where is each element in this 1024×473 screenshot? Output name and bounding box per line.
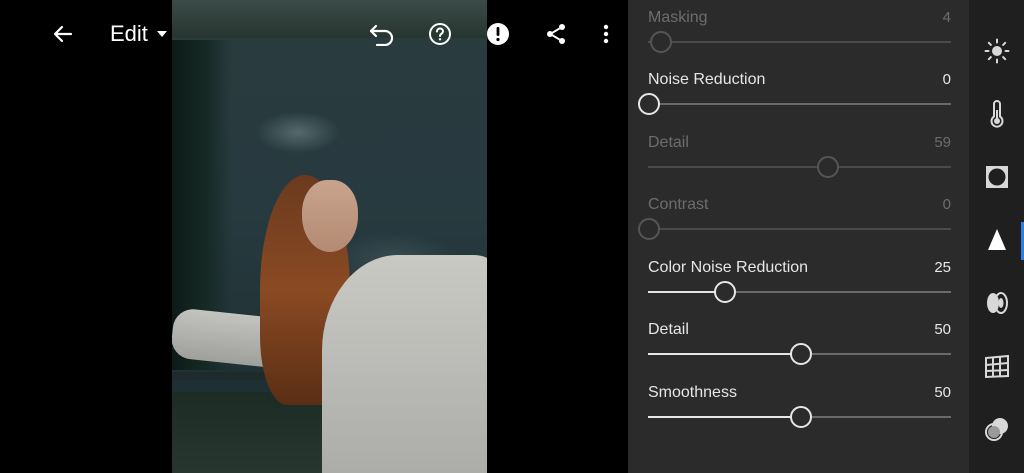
effects-vignette-icon (986, 166, 1008, 188)
slider-value: 50 (934, 384, 951, 401)
slider-noise-reduction[interactable]: Noise Reduction 0 (638, 63, 951, 125)
presets-tool-button[interactable] (981, 413, 1013, 445)
detail-adjustment-panel: Masking 4 Noise Reduction 0 Detail 59 Co… (628, 0, 969, 473)
slider-track[interactable] (648, 281, 951, 303)
more-options-button[interactable] (587, 15, 625, 53)
slider-fill (648, 416, 800, 418)
photo-face (302, 180, 358, 252)
photo-sweater (322, 255, 487, 473)
share-button[interactable] (537, 15, 575, 53)
slider-label: Noise Reduction (648, 71, 766, 88)
slider-thumb[interactable] (789, 343, 812, 365)
slider-track (638, 218, 951, 240)
slider-label: Contrast (648, 196, 709, 213)
slider-label: Masking (648, 9, 708, 26)
slider-value: 4 (942, 9, 951, 26)
slider-track[interactable] (648, 343, 951, 365)
slider-thumb (650, 31, 673, 53)
slider-track[interactable] (648, 406, 951, 428)
slider-value: 0 (942, 71, 951, 88)
presets-circles-icon (985, 418, 1008, 441)
light-tool-button[interactable] (981, 35, 1013, 67)
undo-icon (369, 24, 394, 46)
slider-label: Color Noise Reduction (648, 259, 809, 276)
slider-value: 59 (934, 134, 951, 151)
alert-button[interactable] (479, 15, 517, 53)
slider-thumb[interactable] (789, 406, 812, 428)
detail-tool-button[interactable] (981, 224, 1013, 256)
slider-value: 50 (934, 321, 951, 338)
arrow-left-icon (53, 25, 73, 43)
geometry-tool-button[interactable] (981, 350, 1013, 382)
slider-value: 25 (934, 259, 951, 276)
slider-thumb[interactable] (638, 93, 660, 115)
edit-mode-label: Edit (110, 21, 148, 46)
slider-label: Detail (648, 321, 689, 338)
slider-contrast: Contrast 0 (638, 188, 951, 250)
slider-fill (648, 291, 724, 293)
optics-tool-button[interactable] (981, 287, 1013, 319)
effects-tool-button[interactable] (981, 161, 1013, 193)
optics-lens-icon (987, 292, 1008, 314)
detail-triangle-icon (988, 229, 1006, 250)
edit-mode-dropdown[interactable]: Edit (110, 15, 180, 53)
slider-thumb[interactable] (713, 281, 736, 303)
help-button[interactable] (421, 15, 459, 53)
slider-color-noise-reduction[interactable]: Color Noise Reduction 25 (648, 251, 951, 313)
color-tool-button[interactable] (981, 98, 1013, 130)
slider-detail-disabled: Detail 59 (648, 126, 951, 188)
color-thermometer-icon (990, 100, 1004, 128)
back-button[interactable] (44, 15, 82, 53)
edit-tools-rail (969, 0, 1024, 473)
undo-button[interactable] (363, 15, 401, 53)
slider-track[interactable] (638, 93, 951, 115)
slider-fill (648, 353, 800, 355)
alert-circle-icon (487, 23, 509, 45)
slider-label: Detail (648, 134, 689, 151)
light-sun-icon (984, 38, 1010, 64)
geometry-grid-icon (985, 354, 1009, 379)
slider-track (648, 31, 951, 53)
photo-canvas[interactable] (172, 0, 487, 473)
slider-color-detail[interactable]: Detail 50 (648, 313, 951, 375)
share-icon (547, 24, 565, 44)
slider-thumb (816, 156, 839, 178)
slider-value: 0 (942, 196, 951, 213)
slider-track (648, 156, 951, 178)
caret-down-icon (156, 31, 167, 37)
more-vertical-icon (603, 24, 609, 44)
slider-fill (648, 166, 827, 168)
slider-masking: Masking 4 (648, 1, 951, 63)
slider-thumb (638, 218, 660, 240)
slider-label: Smoothness (648, 384, 737, 401)
help-circle-icon (429, 23, 451, 45)
slider-smoothness[interactable]: Smoothness 50 (648, 376, 951, 438)
